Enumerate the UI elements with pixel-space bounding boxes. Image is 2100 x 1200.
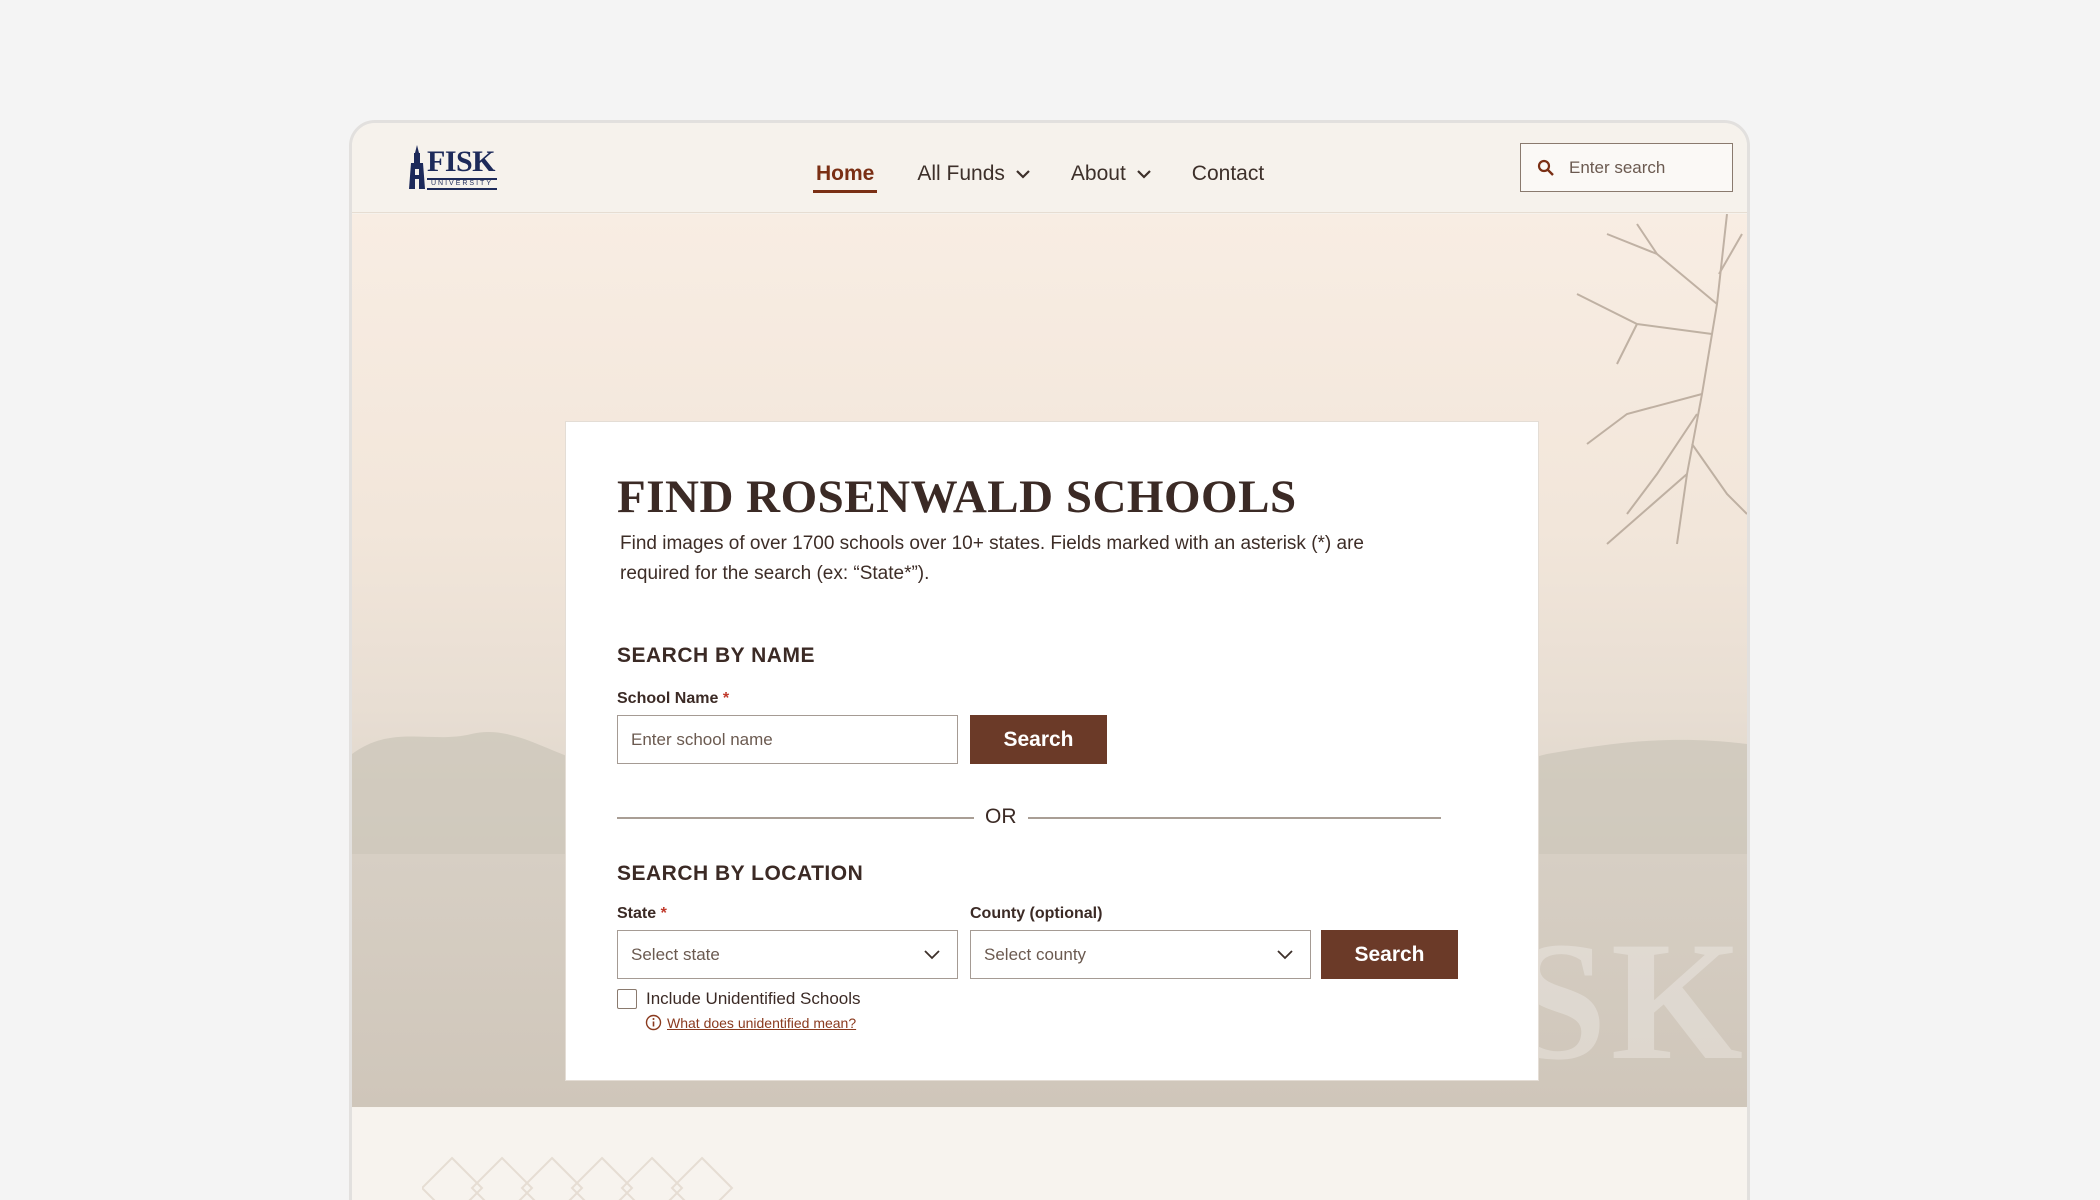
or-divider: OR: [617, 803, 1441, 833]
include-unidentified-checkbox[interactable]: [617, 989, 637, 1009]
nav-item-all-funds[interactable]: All Funds: [917, 153, 1031, 193]
section-title-by-location: SEARCH BY LOCATION: [617, 862, 864, 885]
or-label: OR: [985, 805, 1017, 828]
hero-background: FISK FIND ROSENWALD SCHOOLS Find images …: [352, 214, 1747, 1107]
include-unidentified-label: Include Unidentified Schools: [646, 989, 861, 1008]
school-name-label: School Name *: [617, 690, 729, 708]
logo-wordmark: FISK: [427, 145, 496, 178]
browser-frame: FISK UNIVERSITY Home All Funds About Con…: [349, 120, 1750, 1200]
chevron-down-icon: [1137, 170, 1151, 179]
nav-item-label: Contact: [1191, 162, 1265, 185]
chevron-down-icon: [1016, 170, 1030, 179]
section-title-by-name: SEARCH BY NAME: [617, 644, 815, 667]
state-label: State *: [617, 905, 667, 923]
school-name-input[interactable]: [617, 715, 958, 764]
header-search-input[interactable]: [1569, 157, 1719, 178]
unidentified-help-link[interactable]: What does unidentified mean?: [667, 1015, 856, 1031]
tower-icon: [409, 145, 425, 189]
unidentified-help: What does unidentified mean?: [645, 1014, 856, 1031]
fisk-logo[interactable]: FISK UNIVERSITY: [407, 145, 503, 190]
state-select-value: Select state: [631, 944, 720, 964]
state-select[interactable]: Select state: [617, 930, 958, 979]
nav-item-label: Home: [816, 162, 875, 185]
divider-line: [617, 817, 974, 819]
page-description: Find images of over 1700 schools over 10…: [620, 533, 1364, 584]
required-mark: *: [722, 690, 730, 707]
county-select-value: Select county: [984, 944, 1087, 964]
nav-item-label: About: [1070, 162, 1126, 185]
search-card: FIND ROSENWALD SCHOOLS Find images of ov…: [565, 421, 1539, 1081]
diamond-pattern: [422, 1156, 734, 1200]
site-header: FISK UNIVERSITY Home All Funds About Con…: [352, 123, 1747, 213]
school-name-label-text: School Name: [617, 690, 719, 707]
divider-line: [1028, 817, 1441, 819]
required-mark: *: [660, 905, 667, 922]
county-select[interactable]: Select county: [970, 930, 1311, 979]
county-label: County (optional): [970, 905, 1103, 922]
nav-item-contact[interactable]: Contact: [1192, 153, 1264, 193]
chevron-down-icon: [924, 950, 940, 960]
logo-subtitle: UNIVERSITY: [427, 178, 497, 190]
header-search[interactable]: [1520, 143, 1733, 192]
search-by-location-button[interactable]: Search: [1321, 930, 1458, 979]
include-unidentified-option[interactable]: Include Unidentified Schools: [617, 989, 861, 1009]
chevron-down-icon: [1277, 950, 1293, 960]
info-icon: [645, 1014, 662, 1031]
search-by-name-button[interactable]: Search: [970, 715, 1107, 764]
state-label-text: State: [617, 905, 657, 922]
lower-section: [352, 1108, 1747, 1200]
search-icon: [1537, 159, 1554, 176]
nav-item-label: All Funds: [917, 162, 1005, 185]
main-nav: Home All Funds About Contact: [813, 153, 1264, 193]
nav-item-about[interactable]: About: [1071, 153, 1152, 193]
page-title: FIND ROSENWALD SCHOOLS: [617, 471, 1297, 523]
nav-item-home[interactable]: Home: [813, 153, 878, 193]
